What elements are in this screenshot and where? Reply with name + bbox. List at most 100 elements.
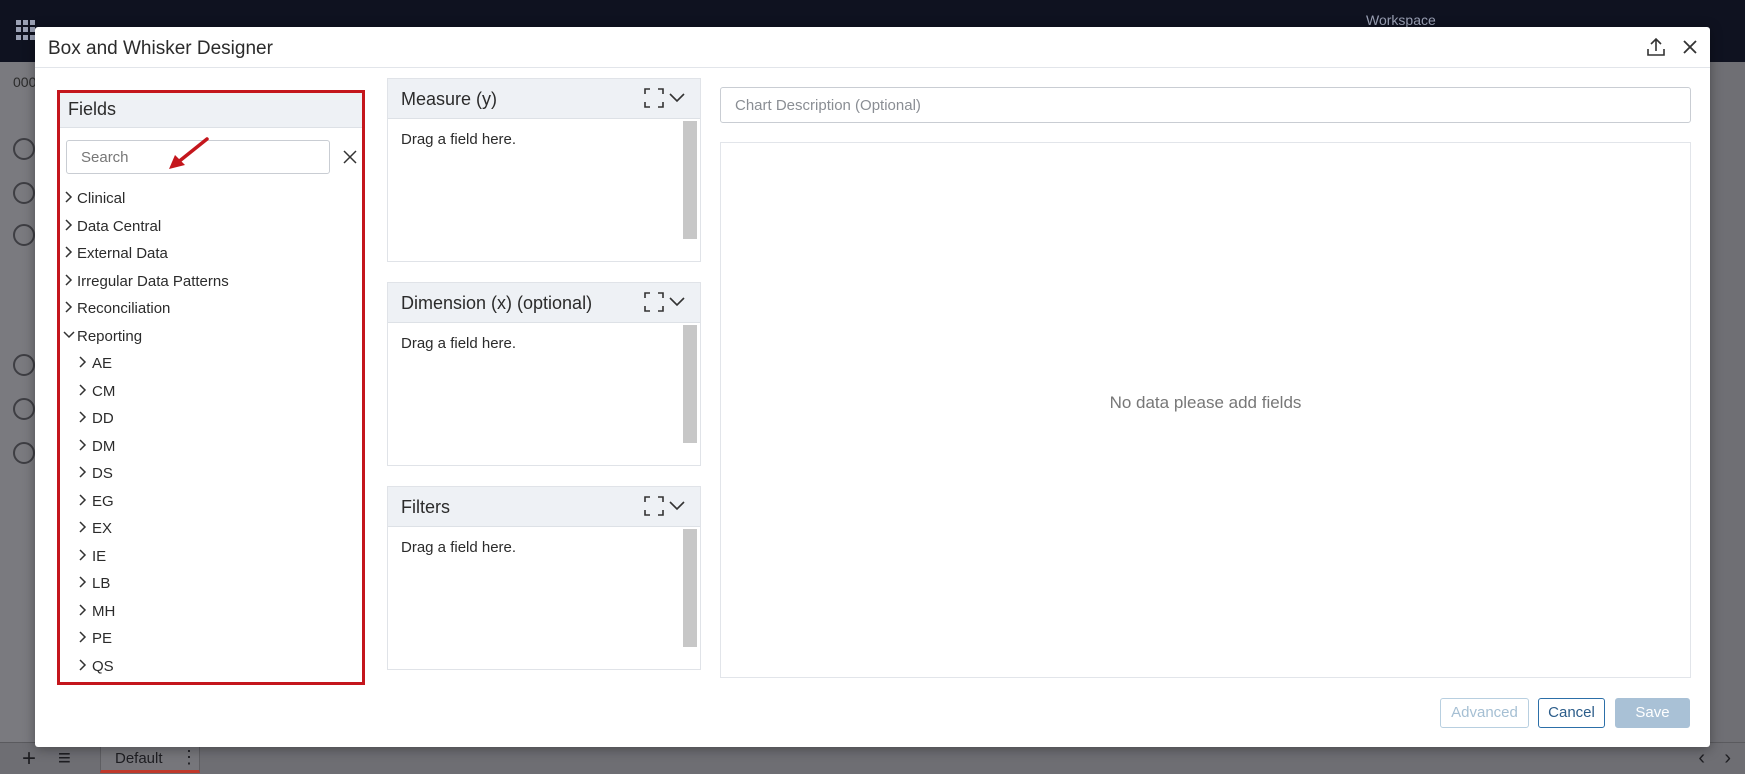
dimension-zone-body[interactable]: Drag a field here. — [388, 323, 700, 465]
tree-item-label: Reconciliation — [77, 300, 171, 317]
filters-zone-header: Filters — [388, 487, 700, 527]
tree-item-ex[interactable]: EX — [60, 517, 362, 545]
filters-zone-hint: Drag a field here. — [401, 539, 517, 556]
tree-item-ae[interactable]: AE — [60, 352, 362, 380]
chevron-right-icon[interactable] — [63, 301, 75, 313]
search-icon[interactable] — [13, 182, 35, 204]
filters-drop-zone[interactable]: Filters Drag a field here. — [387, 486, 701, 670]
chevron-right-icon[interactable] — [77, 658, 89, 671]
advanced-button[interactable]: Advanced — [1440, 698, 1529, 728]
no-data-message: No data please add fields — [1109, 393, 1302, 412]
chart-icon[interactable] — [13, 442, 35, 464]
tree-item-label: DS — [92, 465, 113, 482]
tab-options-icon[interactable]: ⋮ — [180, 747, 198, 768]
add-tab-icon[interactable]: + — [22, 745, 36, 773]
chevron-down-icon[interactable] — [668, 499, 686, 513]
tree-item-label: IE — [92, 547, 107, 565]
tree-item-external-data[interactable]: External Data — [60, 242, 362, 270]
tree-item-irregular-data-patterns[interactable]: Irregular Data Patterns — [60, 270, 362, 298]
tree-item-label: EX — [92, 520, 113, 537]
chevron-down-icon[interactable] — [668, 91, 686, 105]
chevron-right-icon[interactable] — [77, 631, 89, 643]
dialog-header: Box and Whisker Designer — [35, 27, 1710, 68]
target-icon[interactable] — [13, 398, 35, 420]
tree-item-mh[interactable]: MH — [60, 600, 362, 628]
measure-drop-zone[interactable]: Measure (y) Drag a field here. — [387, 78, 701, 262]
measure-zone-body[interactable]: Drag a field here. — [388, 119, 700, 261]
filters-zone-scrollbar[interactable] — [683, 529, 697, 647]
filters-zone-body[interactable]: Drag a field here. — [388, 527, 700, 669]
chevron-right-icon[interactable] — [77, 493, 89, 506]
tree-item-reporting[interactable]: Reporting — [60, 325, 362, 353]
close-icon[interactable] — [1680, 37, 1700, 57]
tree-item-label: QS — [92, 657, 114, 675]
apps-grid-icon[interactable] — [16, 20, 36, 40]
tree-item-label: Irregular Data Patterns — [77, 272, 229, 290]
chevron-right-icon[interactable] — [77, 356, 89, 368]
chevron-left-icon[interactable]: ‹ — [1698, 747, 1705, 770]
measure-zone-scrollbar[interactable] — [683, 121, 697, 239]
chevron-right-icon[interactable] — [63, 246, 75, 258]
tree-item-label: EG — [92, 492, 114, 510]
chevron-right-icon[interactable] — [77, 438, 89, 451]
tree-item-qs[interactable]: QS — [60, 655, 362, 683]
tree-item-label: CM — [92, 382, 116, 400]
tree-item-label: Clinical — [77, 190, 126, 207]
tree-item-dm[interactable]: DM — [60, 435, 362, 463]
chevron-right-icon[interactable] — [77, 548, 89, 561]
tree-item-label: MH — [92, 602, 116, 620]
menu-icon[interactable]: ≡ — [58, 745, 71, 771]
tree-item-reconciliation[interactable]: Reconciliation — [60, 297, 362, 325]
tree-item-lb[interactable]: LB — [60, 572, 362, 600]
cancel-button[interactable]: Cancel — [1538, 698, 1605, 728]
dialog-title: Box and Whisker Designer — [48, 38, 273, 59]
dimension-drop-zone[interactable]: Dimension (x) (optional) Drag a field he… — [387, 282, 701, 466]
measure-zone-title: Measure (y) — [401, 89, 498, 109]
tree-item-data-central[interactable]: Data Central — [60, 215, 362, 243]
measure-zone-hint: Drag a field here. — [401, 131, 517, 148]
left-rail-code: 000 — [13, 74, 37, 90]
tree-item-ie[interactable]: IE — [60, 545, 362, 573]
box-whisker-designer-dialog: Box and Whisker Designer Fields Clinical… — [35, 27, 1710, 747]
chevron-down-icon[interactable] — [63, 329, 75, 341]
chevron-down-icon[interactable] — [668, 295, 686, 309]
tree-item-label: DD — [92, 410, 114, 427]
fields-panel: Fields Clinical Data Central External Data… — [57, 90, 365, 685]
dimension-zone-title: Dimension (x) (optional) — [401, 293, 593, 313]
save-button[interactable]: Save — [1615, 698, 1690, 728]
chevron-right-icon[interactable] — [77, 521, 89, 533]
chevron-right-icon[interactable] — [77, 576, 89, 588]
tree-item-label: AE — [92, 355, 113, 372]
tree-item-dd[interactable]: DD — [60, 407, 362, 435]
tag-icon[interactable] — [13, 224, 35, 246]
dimension-zone-scrollbar[interactable] — [683, 325, 697, 443]
tree-item-cm[interactable]: CM — [60, 380, 362, 408]
users-icon[interactable] — [13, 138, 35, 160]
clear-search-icon[interactable] — [342, 149, 358, 165]
chevron-right-icon[interactable] — [77, 603, 89, 616]
expand-icon[interactable] — [644, 292, 664, 312]
tree-item-eg[interactable]: EG — [60, 490, 362, 518]
expand-icon[interactable] — [644, 88, 664, 108]
chevron-right-icon[interactable] — [77, 466, 89, 478]
chevron-right-icon[interactable]: › — [1724, 747, 1731, 770]
chevron-right-icon[interactable] — [63, 191, 75, 203]
chart-description-input[interactable] — [720, 87, 1691, 123]
chevron-right-icon[interactable] — [77, 411, 89, 423]
annotation-arrow-icon — [169, 137, 209, 169]
upload-icon[interactable] — [13, 354, 35, 376]
tree-item-label: Reporting — [77, 327, 143, 345]
filters-zone-title: Filters — [401, 497, 450, 517]
dimension-zone-header: Dimension (x) (optional) — [388, 283, 700, 323]
measure-zone-header: Measure (y) — [388, 79, 700, 119]
chevron-right-icon[interactable] — [63, 218, 75, 231]
chevron-right-icon[interactable] — [77, 383, 89, 396]
expand-icon[interactable] — [644, 496, 664, 516]
tree-item-pe[interactable]: PE — [60, 627, 362, 655]
tree-item-clinical[interactable]: Clinical — [60, 187, 362, 215]
chevron-right-icon[interactable] — [63, 273, 75, 286]
tree-item-ds[interactable]: DS — [60, 462, 362, 490]
workspace-label: Workspace — [1366, 12, 1436, 28]
export-upload-icon[interactable] — [1645, 36, 1667, 58]
dimension-zone-hint: Drag a field here. — [401, 335, 517, 352]
